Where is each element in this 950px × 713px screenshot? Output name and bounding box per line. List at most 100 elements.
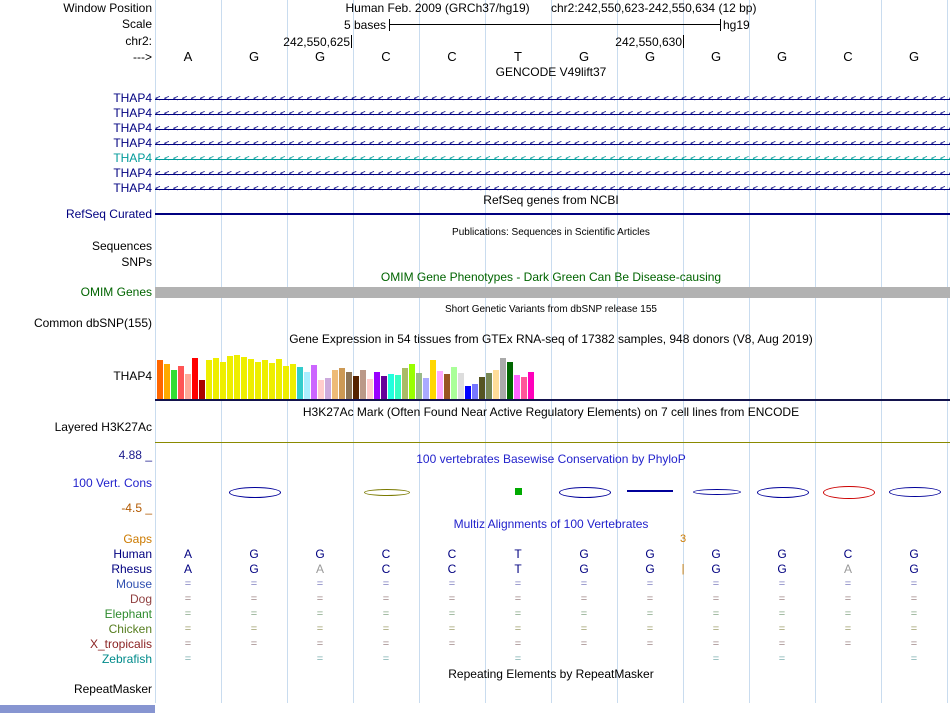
gtex-tissue-bar[interactable]: [493, 370, 499, 400]
species-label-x_tropicalis[interactable]: X_tropicalis: [0, 638, 152, 651]
species-label-dog[interactable]: Dog: [0, 593, 152, 606]
bottom-scroll-bar[interactable]: [0, 705, 155, 713]
gtex-tissue-bar[interactable]: [297, 367, 303, 400]
gene-label[interactable]: THAP4: [0, 167, 152, 180]
gtex-tissue-bar[interactable]: [199, 380, 205, 400]
gtex-expression-bars: [157, 354, 534, 400]
gtex-tissue-bar[interactable]: [178, 366, 184, 400]
species-label-zebrafish[interactable]: Zebrafish: [0, 653, 152, 666]
gene-label[interactable]: THAP4: [0, 152, 152, 165]
conservation-glyph: [823, 485, 875, 499]
gtex-tissue-bar[interactable]: [304, 372, 310, 400]
gtex-tissue-bar[interactable]: [409, 364, 415, 400]
gtex-tissue-bar[interactable]: [514, 375, 520, 400]
refseq-gene-line[interactable]: [155, 213, 950, 215]
alignment-cell: =: [448, 608, 456, 620]
gene-label[interactable]: THAP4: [0, 107, 152, 120]
gtex-tissue-bar[interactable]: [500, 358, 506, 400]
alignment-cell: A: [843, 562, 852, 576]
strand-arrows: <<<<<<<<<<<<<<<<<<<<<<<<<<<<<<<<<<<<<<<<…: [155, 169, 950, 179]
gtex-tissue-bar[interactable]: [192, 358, 198, 400]
gtex-tissue-bar[interactable]: [311, 365, 317, 400]
gtex-tissue-bar[interactable]: [360, 370, 366, 400]
species-label-human[interactable]: Human: [0, 548, 152, 561]
gene-label[interactable]: THAP4: [0, 122, 152, 135]
species-label-mouse[interactable]: Mouse: [0, 578, 152, 591]
gtex-tissue-bar[interactable]: [528, 372, 534, 400]
gtex-tissue-bar[interactable]: [276, 359, 282, 400]
gtex-tissue-bar[interactable]: [206, 360, 212, 400]
gtex-tissue-bar[interactable]: [423, 378, 429, 400]
gtex-tissue-bar[interactable]: [451, 367, 457, 400]
gtex-tissue-bar[interactable]: [325, 378, 331, 400]
gtex-tissue-bar[interactable]: [332, 370, 338, 400]
alignment-cell: G: [777, 547, 787, 561]
gene-transcript[interactable]: <<<<<<<<<<<<<<<<<<<<<<<<<<<<<<<<<<<<<<<<…: [155, 152, 950, 167]
gtex-tissue-bar[interactable]: [402, 368, 408, 400]
alignment-cell: =: [316, 608, 324, 620]
gtex-tissue-bar[interactable]: [213, 358, 219, 400]
alignment-cell: =: [646, 623, 654, 635]
gtex-tissue-bar[interactable]: [430, 360, 436, 400]
alignment-cell: C: [447, 547, 457, 561]
sequences-label[interactable]: Sequences: [0, 240, 152, 253]
position-title: Human Feb. 2009 (GRCh37/hg19) chr2:242,5…: [155, 2, 947, 15]
gtex-tissue-bar[interactable]: [521, 377, 527, 400]
layered-h3k27ac-label[interactable]: Layered H3K27Ac: [0, 421, 152, 434]
species-label-rhesus[interactable]: Rhesus: [0, 563, 152, 576]
gtex-tissue-bar[interactable]: [395, 375, 401, 400]
species-label-chicken[interactable]: Chicken: [0, 623, 152, 636]
gtex-tissue-bar[interactable]: [220, 362, 226, 400]
gene-label[interactable]: THAP4: [0, 137, 152, 150]
gtex-tissue-bar[interactable]: [381, 376, 387, 400]
gene-transcript[interactable]: <<<<<<<<<<<<<<<<<<<<<<<<<<<<<<<<<<<<<<<<…: [155, 167, 950, 182]
gtex-tissue-bar[interactable]: [486, 373, 492, 400]
gtex-tissue-bar[interactable]: [290, 364, 296, 400]
gtex-tissue-bar[interactable]: [248, 359, 254, 400]
common-dbsnp-label[interactable]: Common dbSNP(155): [0, 317, 152, 330]
gtex-tissue-bar[interactable]: [318, 380, 324, 400]
gtex-tissue-bar[interactable]: [339, 368, 345, 400]
omim-genes-label[interactable]: OMIM Genes: [0, 286, 152, 299]
gtex-tissue-bar[interactable]: [346, 372, 352, 400]
gtex-tissue-bar[interactable]: [227, 356, 233, 400]
gtex-tissue-bar[interactable]: [465, 386, 471, 400]
gtex-tissue-bar[interactable]: [444, 374, 450, 400]
gene-label[interactable]: THAP4: [0, 92, 152, 105]
gtex-tissue-bar[interactable]: [479, 377, 485, 400]
base-letter: C: [381, 49, 391, 64]
gtex-tissue-bar[interactable]: [241, 357, 247, 400]
gtex-tissue-bar[interactable]: [255, 362, 261, 400]
gtex-tissue-bar[interactable]: [437, 371, 443, 400]
gtex-tissue-bar[interactable]: [269, 363, 275, 400]
species-label-elephant[interactable]: Elephant: [0, 608, 152, 621]
gene-transcript[interactable]: <<<<<<<<<<<<<<<<<<<<<<<<<<<<<<<<<<<<<<<<…: [155, 107, 950, 122]
gtex-tissue-bar[interactable]: [416, 373, 422, 400]
repeatmasker-label[interactable]: RepeatMasker: [0, 683, 152, 696]
gene-transcript[interactable]: <<<<<<<<<<<<<<<<<<<<<<<<<<<<<<<<<<<<<<<<…: [155, 137, 950, 152]
base-letter: G: [644, 49, 656, 64]
gtex-tissue-bar[interactable]: [388, 374, 394, 400]
refseq-curated-label[interactable]: RefSeq Curated: [0, 208, 152, 221]
gtex-tissue-bar[interactable]: [353, 376, 359, 400]
gtex-gene-label[interactable]: THAP4: [0, 370, 152, 383]
gtex-tissue-bar[interactable]: [367, 379, 373, 400]
omim-gene-bar[interactable]: [155, 287, 950, 298]
gtex-tissue-bar[interactable]: [185, 374, 191, 400]
gtex-tissue-bar[interactable]: [157, 360, 163, 400]
gtex-tissue-bar[interactable]: [262, 360, 268, 400]
gtex-tissue-bar[interactable]: [164, 364, 170, 400]
alignment-cell: =: [448, 623, 456, 635]
gtex-tissue-bar[interactable]: [458, 373, 464, 400]
gtex-tissue-bar[interactable]: [507, 362, 513, 400]
gtex-tissue-bar[interactable]: [374, 372, 380, 400]
gtex-tissue-bar[interactable]: [171, 370, 177, 400]
gtex-tissue-bar[interactable]: [234, 355, 240, 400]
gene-transcript[interactable]: <<<<<<<<<<<<<<<<<<<<<<<<<<<<<<<<<<<<<<<<…: [155, 122, 950, 137]
gtex-tissue-bar[interactable]: [472, 384, 478, 400]
gtex-tissue-bar[interactable]: [283, 366, 289, 400]
snps-label[interactable]: SNPs: [0, 256, 152, 269]
gene-transcript[interactable]: <<<<<<<<<<<<<<<<<<<<<<<<<<<<<<<<<<<<<<<<…: [155, 92, 950, 107]
vert-cons-label[interactable]: 100 Vert. Cons: [0, 477, 152, 490]
gene-label[interactable]: THAP4: [0, 182, 152, 195]
